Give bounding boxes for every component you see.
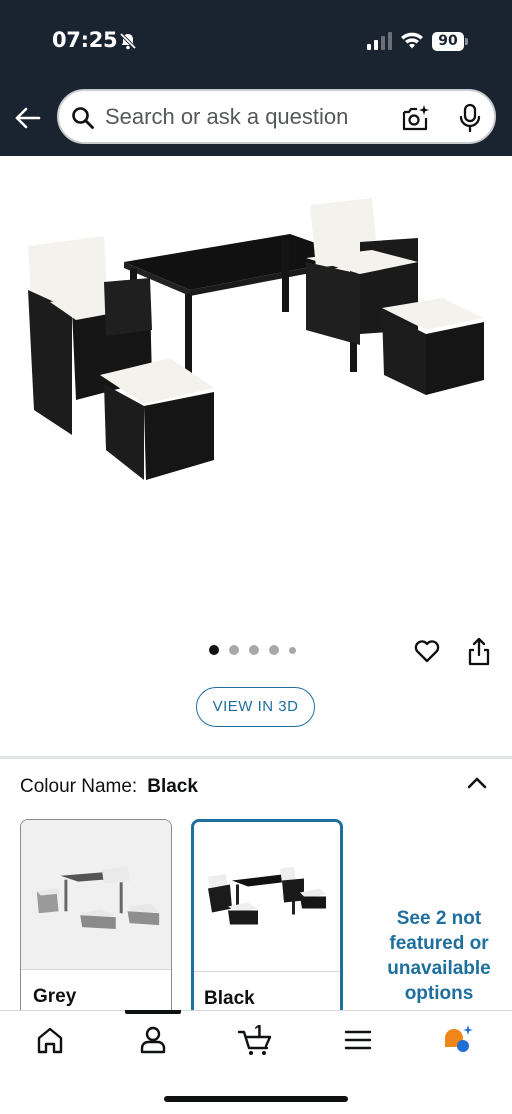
colour-name-row: Colour Name: Black: [20, 776, 198, 798]
view-in-3d-button[interactable]: VIEW IN 3D: [196, 687, 315, 727]
silent-bell-icon: [119, 32, 137, 50]
status-time: 07:25: [52, 28, 118, 52]
search-input[interactable]: [105, 103, 395, 131]
signal-icon: [367, 32, 392, 50]
search-icon: [72, 107, 94, 129]
camera-sparkle-icon[interactable]: [400, 103, 430, 133]
account-icon[interactable]: [135, 1022, 171, 1058]
right-ottoman-illustration: [382, 298, 484, 395]
colour-name-label: Colour Name:: [20, 776, 138, 797]
wifi-icon: [401, 32, 423, 49]
chevron-up-icon[interactable]: [466, 772, 488, 794]
carousel-dot[interactable]: [229, 645, 239, 655]
section-divider: [0, 756, 512, 759]
home-icon[interactable]: [32, 1022, 68, 1058]
swatch-black[interactable]: Black: [191, 819, 343, 1019]
carousel-dot[interactable]: [249, 645, 259, 655]
battery-nub: [465, 38, 468, 45]
assistant-icon[interactable]: [440, 1022, 476, 1058]
see-unavailable-options-link[interactable]: See 2 not featured or unavailable option…: [378, 906, 500, 1006]
heart-icon[interactable]: [413, 637, 441, 665]
active-tab-indicator: [125, 1010, 181, 1014]
search-bar[interactable]: [57, 89, 496, 144]
carousel-dot[interactable]: [269, 645, 279, 655]
cart-count-badge: 1: [254, 1022, 265, 1042]
mic-icon[interactable]: [457, 103, 483, 133]
image-carousel-dots[interactable]: [209, 645, 296, 655]
share-icon[interactable]: [466, 636, 492, 666]
product-image[interactable]: [20, 190, 492, 490]
black-swatch-image: [194, 822, 340, 972]
swatch-grey[interactable]: Grey: [20, 819, 172, 1019]
home-indicator-bar: [164, 1096, 348, 1102]
back-arrow-icon[interactable]: [14, 104, 42, 132]
left-ottoman-illustration: [100, 358, 214, 480]
colour-name-value: Black: [147, 776, 198, 797]
carousel-dot[interactable]: [209, 645, 219, 655]
menu-icon[interactable]: [340, 1022, 376, 1058]
swatch-name: Grey: [33, 986, 77, 1007]
swatch-name: Black: [204, 988, 255, 1009]
carousel-dot[interactable]: [289, 646, 296, 654]
battery-level: 90: [432, 32, 464, 51]
grey-swatch-image: [21, 820, 171, 970]
